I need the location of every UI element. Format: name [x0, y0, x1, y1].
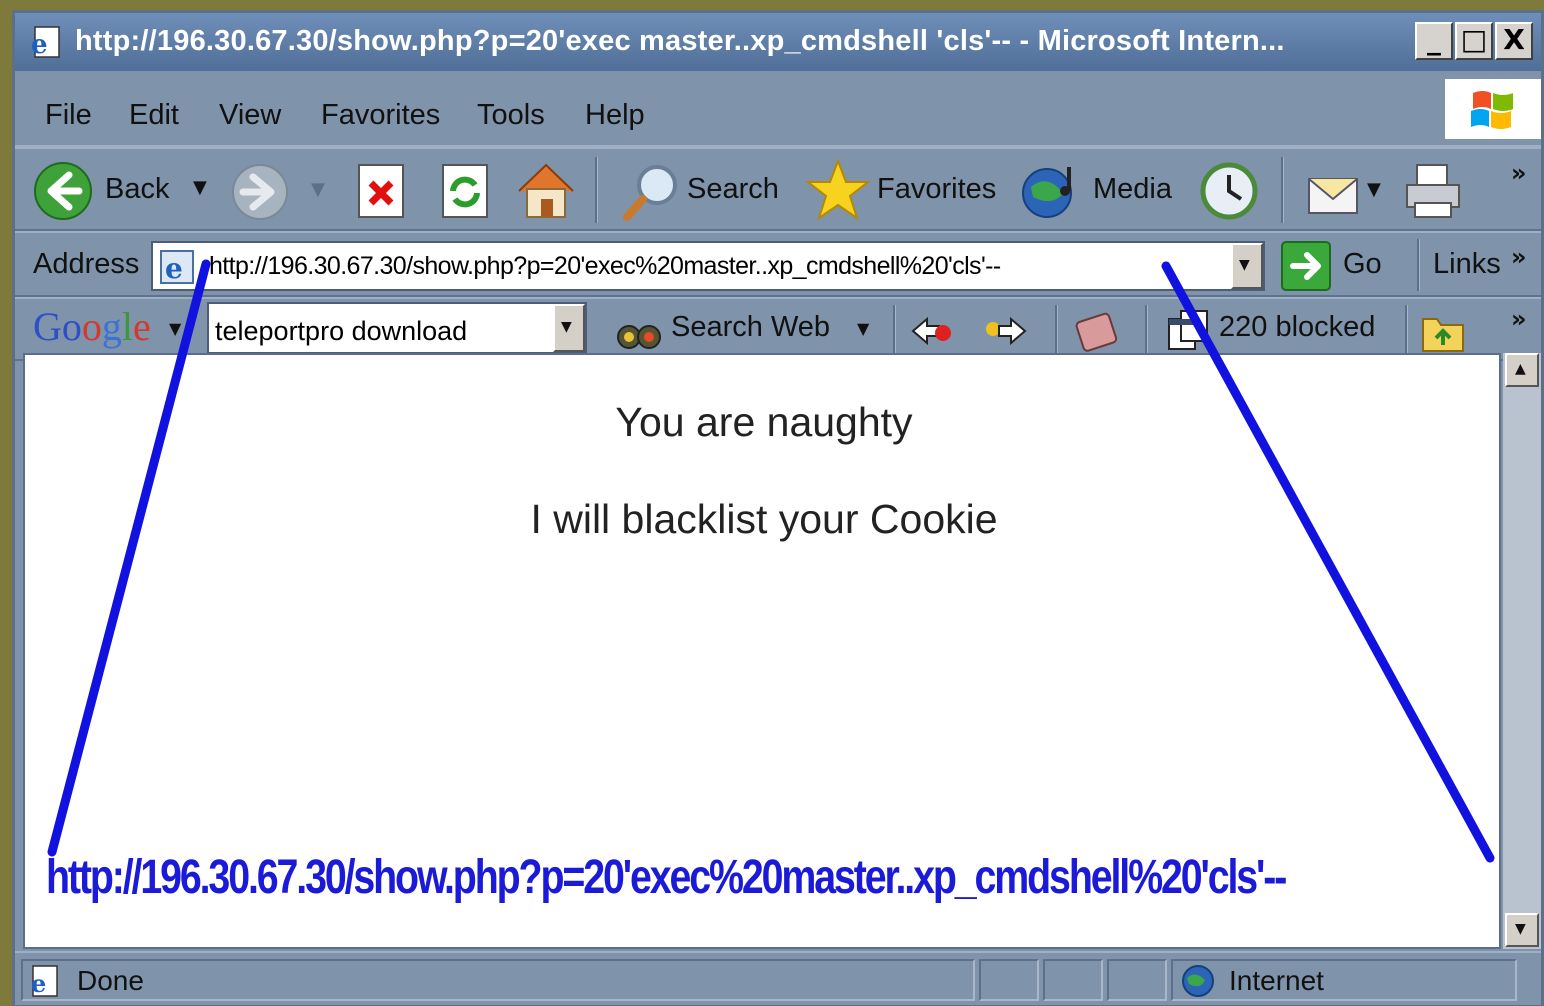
popup-blocker-icon[interactable] — [1165, 307, 1213, 355]
page-ie-icon: e — [160, 250, 194, 285]
chevron-down-icon: ▼ — [1515, 921, 1526, 937]
svg-text:e: e — [31, 969, 46, 998]
status-pane-main: e Done — [21, 959, 975, 1001]
zone-text: Internet — [1229, 965, 1324, 996]
history-icon[interactable] — [1197, 161, 1261, 221]
window-title: http://196.30.67.30/show.php?p=20'exec m… — [75, 25, 1285, 57]
pagerank-icon[interactable] — [1073, 307, 1121, 355]
minimize-button[interactable]: _ — [1415, 22, 1453, 60]
links-more-chevron[interactable]: » — [1511, 243, 1527, 271]
close-button[interactable]: X — [1495, 22, 1533, 60]
status-pane-empty — [1107, 959, 1167, 1001]
svg-text:e: e — [165, 252, 183, 285]
status-text: Done — [77, 965, 144, 996]
status-pane-empty — [1043, 959, 1103, 1001]
maximize-button[interactable]: □ — [1455, 22, 1493, 60]
toolbar-separator — [893, 305, 896, 355]
status-pane-empty — [979, 959, 1039, 1001]
popup-blocked-count[interactable]: 220 blocked — [1219, 311, 1375, 344]
folder-up-icon[interactable] — [1419, 309, 1467, 355]
toolbar-more-chevron[interactable]: » — [1511, 159, 1527, 187]
search-button[interactable]: Search — [687, 173, 779, 206]
mail-icon[interactable] — [1305, 163, 1361, 219]
back-dropdown-icon[interactable]: ▼ — [193, 177, 207, 198]
menu-view[interactable]: View — [219, 99, 281, 132]
search-history-dropdown-button[interactable]: ▼ — [553, 304, 585, 352]
home-icon[interactable] — [513, 157, 579, 223]
page-done-icon: e — [31, 965, 58, 998]
annotation-url: http://196.30.67.30/show.php?p=20'exec%2… — [46, 851, 1287, 904]
media-icon[interactable] — [1021, 161, 1083, 221]
blacklist-message: I will blacklist your Cookie — [530, 496, 998, 542]
media-button[interactable]: Media — [1093, 173, 1172, 206]
mail-dropdown-icon[interactable]: ▼ — [1367, 179, 1381, 200]
menu-favorites[interactable]: Favorites — [321, 99, 440, 132]
ie-page-icon: e — [31, 26, 60, 60]
stop-icon[interactable] — [355, 161, 407, 221]
toolbar-separator — [1145, 305, 1148, 355]
address-toolbar: Address e http://196.30.67.30/show.php?p… — [15, 231, 1541, 297]
go-button[interactable]: Go — [1343, 248, 1382, 281]
menu-edit[interactable]: Edit — [129, 99, 179, 132]
svg-text:e: e — [31, 30, 48, 60]
print-icon[interactable] — [1401, 159, 1465, 223]
search-icon[interactable] — [619, 161, 683, 223]
windows-flag-icon — [1471, 91, 1513, 129]
next-page-icon[interactable] — [981, 313, 1029, 349]
scroll-up-button[interactable]: ▲ — [1505, 353, 1539, 387]
menu-file[interactable]: File — [45, 99, 92, 132]
favorites-button[interactable]: Favorites — [877, 173, 996, 206]
status-bar: e Done Internet — [15, 951, 1541, 1005]
scroll-down-button[interactable]: ▼ — [1505, 913, 1539, 947]
previous-page-icon[interactable] — [909, 313, 957, 349]
google-search-input[interactable]: teleportpro download ▼ — [207, 302, 587, 354]
links-button[interactable]: Links — [1433, 248, 1501, 281]
standard-toolbar: Back ▼ ▼ Search Favorites Media ▼ » — [15, 147, 1541, 231]
address-dropdown-button[interactable]: ▼ — [1231, 243, 1263, 289]
chevron-up-icon: ▲ — [1515, 361, 1526, 377]
favorites-star-icon[interactable] — [805, 157, 871, 223]
toolbar-separator — [1281, 157, 1284, 223]
search-web-dropdown-icon[interactable]: ▼ — [857, 319, 869, 338]
refresh-icon[interactable] — [439, 161, 491, 221]
windows-logo — [1445, 79, 1541, 139]
search-web-button[interactable]: Search Web — [671, 311, 830, 344]
address-input[interactable]: e http://196.30.67.30/show.php?p=20'exec… — [151, 241, 1265, 291]
menu-tools[interactable]: Tools — [477, 99, 545, 132]
status-pane-zone: Internet — [1171, 959, 1517, 1001]
google-logo[interactable]: Google — [33, 303, 151, 350]
go-arrow-icon[interactable] — [1281, 241, 1331, 291]
google-toolbar: Google ▼ teleportpro download ▼ Search W… — [15, 297, 1541, 361]
binoculars-icon[interactable] — [615, 309, 663, 353]
address-url: http://196.30.67.30/show.php?p=20'exec%2… — [209, 252, 1001, 280]
internet-globe-icon — [1182, 965, 1214, 997]
toolbar-separator — [1405, 305, 1408, 355]
back-arrow-icon[interactable] — [33, 161, 93, 221]
address-label: Address — [33, 248, 140, 280]
google-more-chevron[interactable]: » — [1511, 305, 1527, 333]
vertical-scrollbar[interactable]: ▲ ▼ — [1503, 353, 1541, 949]
menu-bar: File Edit View Favorites Tools Help — [15, 71, 1541, 147]
toolbar-separator — [1417, 239, 1420, 291]
naughty-message: You are naughty — [615, 399, 913, 445]
chevron-down-icon: ▼ — [561, 319, 572, 335]
toolbar-separator — [595, 157, 598, 223]
chevron-down-icon: ▼ — [1239, 257, 1250, 273]
back-button[interactable]: Back — [105, 173, 169, 206]
menu-help[interactable]: Help — [585, 99, 645, 132]
google-menu-dropdown-icon[interactable]: ▼ — [169, 319, 181, 338]
title-bar[interactable]: e http://196.30.67.30/show.php?p=20'exec… — [15, 13, 1541, 71]
google-search-query: teleportpro download — [215, 316, 468, 346]
forward-dropdown-icon[interactable]: ▼ — [311, 179, 325, 200]
toolbar-separator — [1055, 305, 1058, 355]
forward-arrow-icon[interactable] — [231, 163, 289, 221]
